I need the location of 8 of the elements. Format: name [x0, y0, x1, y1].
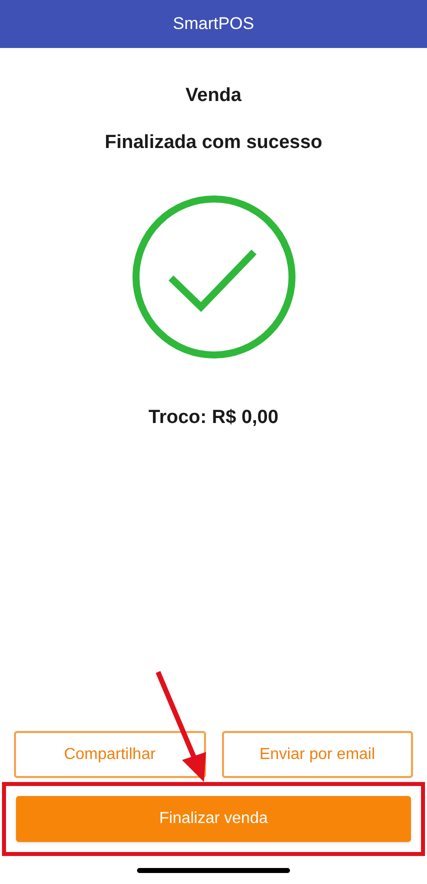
app-title: SmartPOS	[172, 13, 254, 36]
success-check-icon	[130, 194, 296, 360]
sale-title: Venda	[186, 84, 242, 108]
finish-sale-button[interactable]: Finalizar venda	[16, 796, 411, 842]
outline-button[interactable]: Enviar por email	[222, 731, 413, 778]
change-amount: Troco: R$ 0,00	[148, 406, 278, 430]
success-message: Finalizada com sucesso	[104, 130, 322, 154]
outline-button[interactable]: Compartilhar	[14, 731, 206, 778]
